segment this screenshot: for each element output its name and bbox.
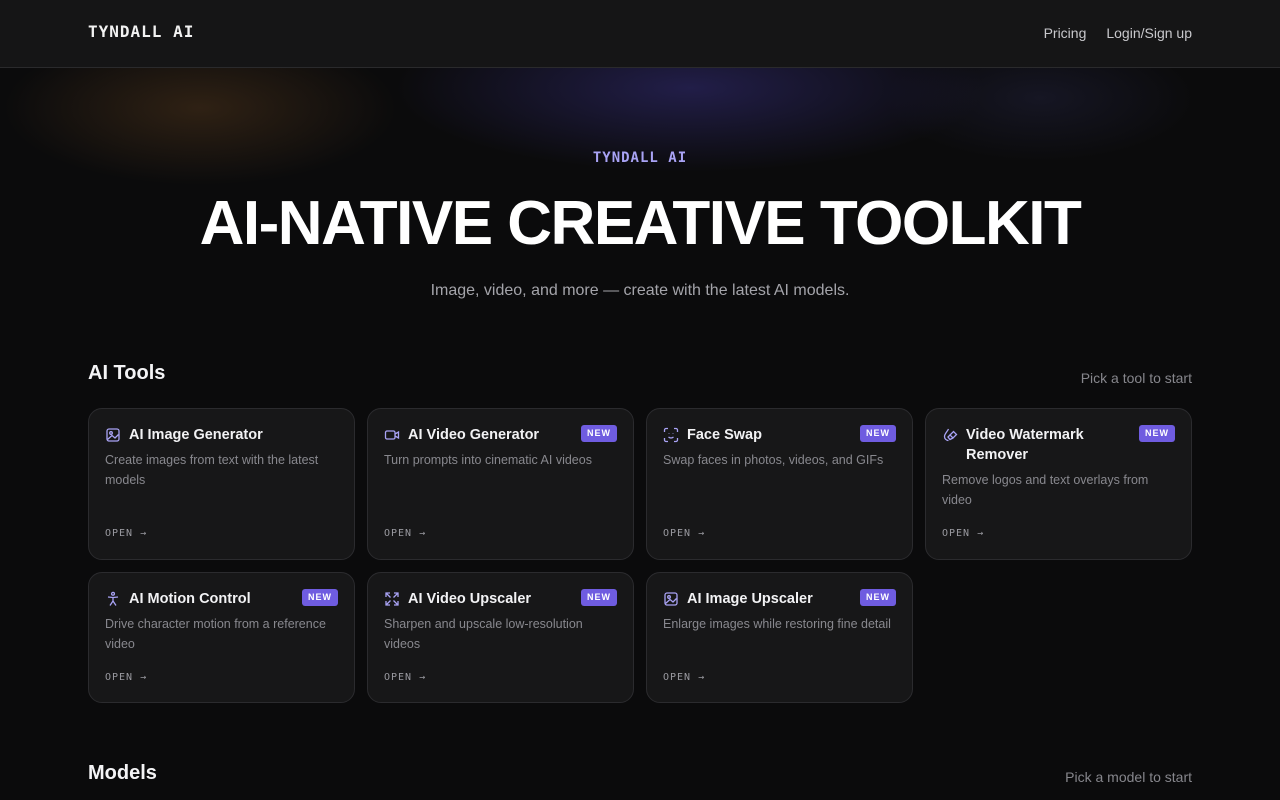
tool-card-header: AI Video Generator NEW	[384, 425, 617, 445]
tool-card-description: Sharpen and upscale low-resolution video…	[384, 617, 583, 651]
new-badge: NEW	[581, 425, 617, 442]
tool-card-ai-motion-control[interactable]: AI Motion Control NEW Drive character moti…	[88, 572, 355, 703]
logo[interactable]: TYNDALL AI	[88, 22, 194, 41]
tool-card-header: AI Motion Control NEW	[105, 589, 338, 609]
video-camera-icon	[384, 427, 400, 443]
person-motion-icon	[105, 591, 121, 607]
tool-card-video-watermark-remover[interactable]: Video Watermark Remover NEW Remove logos a…	[925, 408, 1192, 560]
tool-card-title: AI Motion Control	[129, 591, 251, 607]
new-badge: NEW	[1139, 425, 1175, 442]
hero-title: AI-NATIVE CREATIVE TOOLKIT	[199, 189, 1082, 258]
tool-card-header: Face Swap NEW	[663, 425, 896, 445]
tool-card-description: Remove logos and text overlays from vide…	[942, 473, 1149, 507]
tool-card-ai-image-upscaler[interactable]: AI Image Upscaler NEW Enlarge images while…	[646, 572, 913, 703]
tool-card-title: AI Video Upscaler	[408, 591, 532, 607]
tool-card-title: AI Video Generator	[408, 427, 540, 443]
tool-card-header: AI Image Generator	[105, 425, 338, 445]
expand-icon	[384, 591, 400, 607]
tool-card-open-link[interactable]: OPEN →	[663, 672, 705, 683]
tool-card-ai-video-generator[interactable]: AI Video Generator NEW Turn prompts into c…	[367, 408, 634, 560]
tool-card-open-link[interactable]: OPEN →	[105, 528, 147, 539]
new-badge: NEW	[302, 589, 338, 606]
hero-eyebrow: TYNDALL AI	[592, 150, 688, 166]
tool-card-ai-image-generator[interactable]: AI Image Generator Create images from tex…	[88, 408, 355, 560]
tools-section-title: AI Tools	[88, 362, 166, 384]
eraser-drop-icon	[942, 427, 958, 443]
tools-section-hint: Pick a tool to start	[1080, 370, 1192, 386]
tool-card-header: Video Watermark Remover NEW	[942, 425, 1175, 465]
tool-card-description: Swap faces in photos, videos, and GIFs	[663, 453, 884, 467]
tool-card-header: AI Video Upscaler NEW	[384, 589, 617, 609]
tool-card-description: Enlarge images while restoring fine deta…	[663, 617, 891, 631]
nav-links: Pricing Login/Sign up	[1044, 25, 1192, 41]
tool-card-open-link[interactable]: OPEN →	[384, 672, 426, 683]
tool-card-description: Turn prompts into cinematic AI videos	[384, 453, 592, 467]
tool-card-title: Video Watermark Remover	[966, 427, 1084, 463]
image-icon	[105, 427, 121, 443]
top-nav-bar: TYNDALL AI Pricing Login/Sign up	[0, 0, 1280, 68]
tool-card-title: AI Image Upscaler	[687, 591, 813, 607]
tool-card-ai-video-upscaler[interactable]: AI Video Upscaler NEW Sharpen and upscale …	[367, 572, 634, 703]
tool-card-face-swap[interactable]: Face Swap NEW Swap faces in photos, videos…	[646, 408, 913, 560]
hero-subtitle: Image, video, and more — create with the…	[430, 282, 850, 299]
tool-card-description: Drive character motion from a reference …	[105, 617, 326, 651]
image-icon	[663, 591, 679, 607]
tool-card-open-link[interactable]: OPEN →	[942, 528, 984, 539]
tool-card-header: AI Image Upscaler NEW	[663, 589, 896, 609]
new-badge: NEW	[860, 589, 896, 606]
face-scan-icon	[663, 427, 679, 443]
tool-card-title: AI Image Generator	[129, 427, 263, 443]
tool-card-title: Face Swap	[687, 427, 762, 443]
new-badge: NEW	[581, 589, 617, 606]
nav-login-link[interactable]: Login/Sign up	[1106, 25, 1192, 41]
new-badge: NEW	[860, 425, 896, 442]
nav-pricing-link[interactable]: Pricing	[1044, 25, 1087, 41]
tool-card-open-link[interactable]: OPEN →	[105, 672, 147, 683]
models-section-title: Models	[88, 762, 157, 784]
tool-card-open-link[interactable]: OPEN →	[663, 528, 705, 539]
tool-card-description: Create images from text with the latest …	[105, 453, 319, 487]
tool-card-open-link[interactable]: OPEN →	[384, 528, 426, 539]
models-section-hint: Pick a model to start	[1065, 769, 1192, 785]
